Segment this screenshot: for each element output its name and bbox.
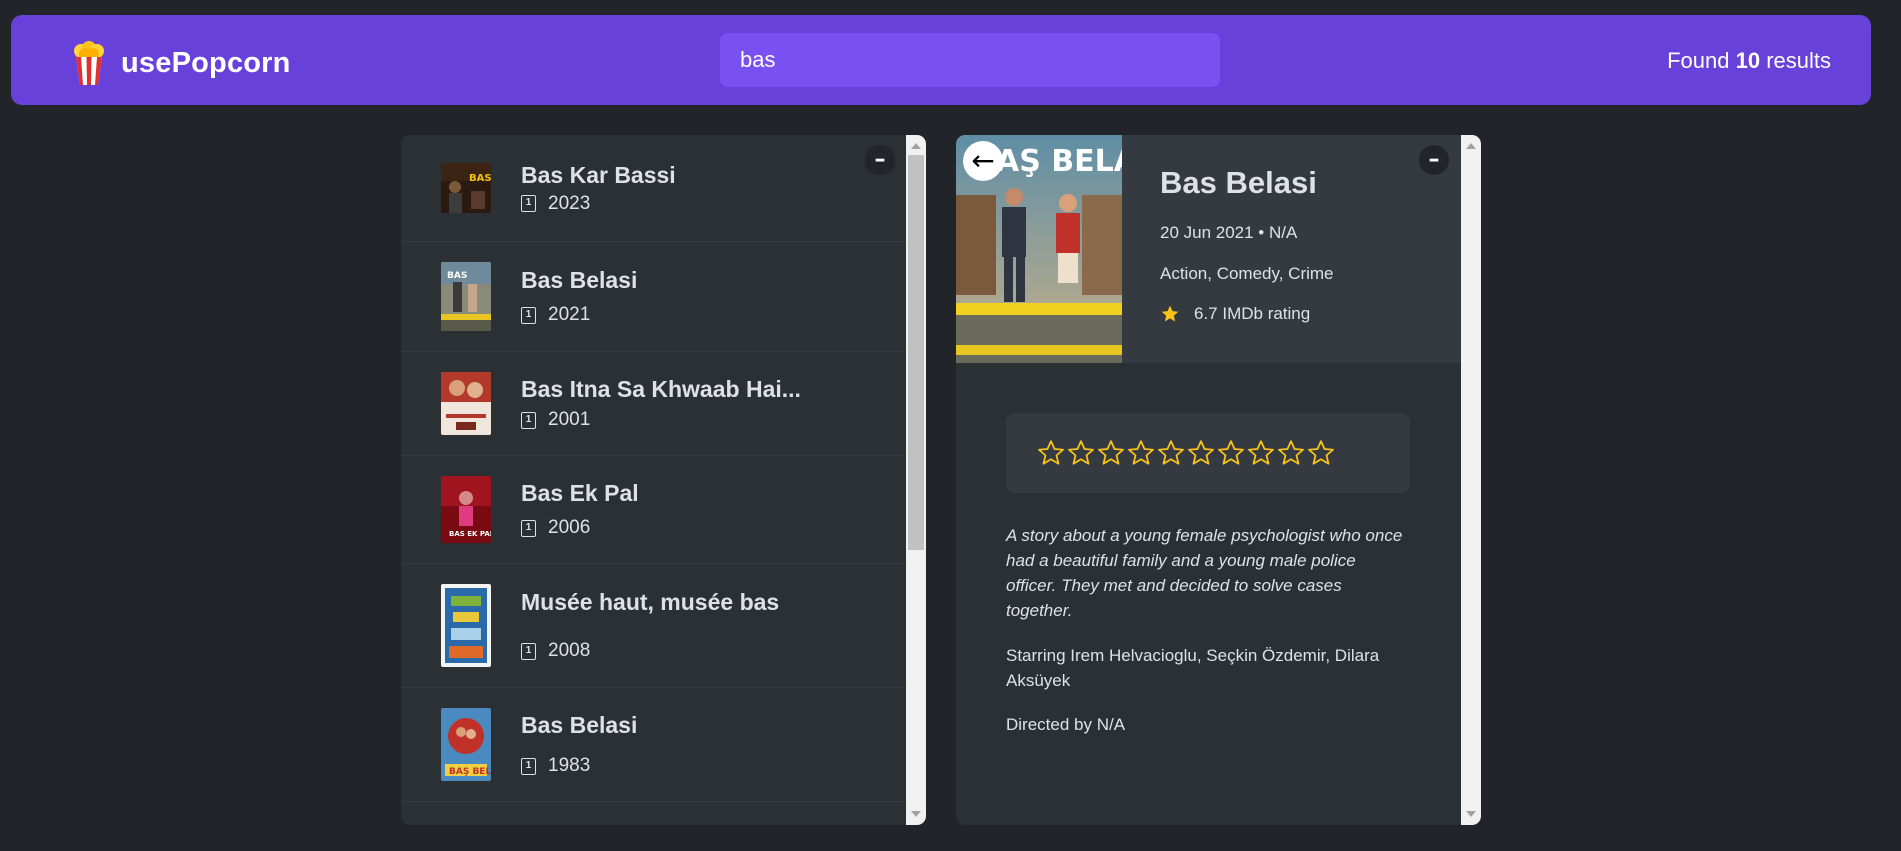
release-runtime: 20 Jun 2021 • N/A: [1160, 223, 1298, 242]
movie-year: 1 2021: [521, 304, 637, 326]
scroll-down-arrow-icon[interactable]: [1466, 811, 1476, 817]
movie-title: Bas Belasi: [1160, 165, 1317, 200]
movie-list-item[interactable]: BAŞ BELASI Bas Belasi 1 1983: [401, 688, 906, 802]
navbar: usePopcorn Found 10 results: [11, 15, 1871, 105]
movie-genre: Action, Comedy, Crime: [1160, 264, 1334, 283]
movie-actors: Starring Irem Helvacioglu, Seçkin Özdemi…: [1006, 646, 1380, 690]
scroll-up-arrow-icon[interactable]: [1466, 143, 1476, 149]
movie-title: Bas Belasi: [521, 267, 638, 293]
movie-info: Musée haut, musée bas 1 2008: [521, 589, 779, 662]
list-scrollbar[interactable]: [906, 135, 926, 825]
rating-star-icon[interactable]: [1246, 438, 1276, 468]
movie-plot: A story about a young female psychologis…: [1006, 526, 1403, 620]
movie-info: Bas Kar Bassi 1 2023: [521, 162, 676, 215]
movie-info: Bas Ek Pal 1 2006: [521, 480, 639, 539]
movie-list-box: – BASSI Bas Kar Bassi 1 2023: [401, 135, 926, 825]
app-title: usePopcorn: [121, 46, 291, 79]
movie-info: Bas Belasi 1 1983: [521, 712, 637, 777]
movie-poster-thumbnail: [441, 584, 491, 667]
popcorn-icon: [74, 41, 104, 85]
search-input[interactable]: [720, 33, 1220, 87]
movie-year: 1 2006: [521, 517, 639, 539]
rating-star-icon[interactable]: [1036, 438, 1066, 468]
movie-title: Bas Kar Bassi: [521, 161, 676, 188]
movie-list-item[interactable]: BAS Bas Belasi 1 2021: [401, 242, 906, 352]
scroll-up-arrow-icon[interactable]: [911, 143, 921, 149]
movie-details-box: – ← AŞ BELASI Bas Bel: [956, 135, 1481, 825]
rating-star-icon[interactable]: [1126, 438, 1156, 468]
movie-year: 1 1983: [521, 755, 637, 777]
movie-info: Bas Belasi 1 2021: [521, 267, 637, 326]
rating-star-icon[interactable]: [1096, 438, 1126, 468]
movie-list-item[interactable]: BAS EK PAL Bas Ek Pal 1 2006: [401, 456, 906, 564]
star-rating: [1006, 413, 1410, 493]
movie-poster-thumbnail: BAŞ BELASI: [441, 708, 491, 781]
scroll-down-arrow-icon[interactable]: [911, 811, 921, 817]
logo: usePopcorn: [62, 41, 291, 85]
results-count: Found 10 results: [1667, 48, 1831, 73]
rating-star-icon[interactable]: [1276, 438, 1306, 468]
movie-poster-thumbnail: BAS: [441, 262, 491, 331]
star-icon: [1161, 305, 1179, 322]
movie-list-item[interactable]: Musée haut, musée bas 1 2008: [401, 564, 906, 688]
movie-poster-thumbnail: BASSI: [441, 163, 491, 213]
svg-text:AŞ BELASI: AŞ BELASI: [996, 144, 1122, 179]
rating-star-icon[interactable]: [1156, 438, 1186, 468]
collapse-details-button[interactable]: –: [1419, 145, 1449, 175]
movie-list-item[interactable]: BASSI Bas Kar Bassi 1 2023: [401, 135, 906, 242]
svg-text:BAS: BAS: [447, 271, 467, 281]
movie-director: Directed by N/A: [1006, 715, 1126, 734]
movie-list-item[interactable]: Bas Itna Sa Khwaab Hai... 1 2001: [401, 352, 906, 456]
movie-year: 1 2023: [521, 193, 676, 215]
back-button[interactable]: ←: [963, 141, 1003, 181]
movie-poster-thumbnail: BAS EK PAL: [441, 476, 491, 543]
movie-list: BASSI Bas Kar Bassi 1 2023 BAS: [401, 135, 906, 802]
calendar-icon: 1: [521, 757, 536, 775]
rating-star-icon[interactable]: [1186, 438, 1216, 468]
calendar-icon: 1: [521, 411, 536, 429]
rating-star-icon[interactable]: [1306, 438, 1336, 468]
calendar-icon: 1: [521, 306, 536, 324]
calendar-icon: 1: [521, 519, 536, 537]
movie-year: 1 2008: [521, 640, 779, 662]
movie-title: Bas Belasi: [521, 712, 638, 738]
imdb-rating: 6.7 IMDb rating: [1160, 304, 1334, 324]
details-scrollbar[interactable]: [1461, 135, 1481, 825]
movie-poster-thumbnail: [441, 372, 491, 435]
movie-info: Bas Itna Sa Khwaab Hai... 1 2001: [521, 376, 801, 431]
movie-title: Bas Itna Sa Khwaab Hai...: [521, 376, 801, 402]
details-body: A story about a young female psychologis…: [1006, 523, 1410, 737]
rating-star-icon[interactable]: [1066, 438, 1096, 468]
movie-title: Bas Ek Pal: [521, 480, 639, 506]
details-header: ← AŞ BELASI Bas Belasi: [956, 135, 1461, 363]
rating-star-icon[interactable]: [1216, 438, 1246, 468]
svg-text:BAŞ BELASI: BAŞ BELASI: [449, 767, 491, 777]
svg-text:BAS EK PAL: BAS EK PAL: [449, 530, 491, 538]
svg-text:BASSI: BASSI: [469, 173, 491, 184]
calendar-icon: 1: [521, 195, 536, 212]
scrollbar-thumb[interactable]: [908, 155, 924, 550]
calendar-icon: 1: [521, 642, 536, 660]
movie-title: Musée haut, musée bas: [521, 589, 780, 615]
movie-year: 1 2001: [521, 409, 801, 431]
collapse-list-button[interactable]: –: [865, 145, 895, 175]
details-overview: Bas Belasi 20 Jun 2021 • N/A Action, Com…: [1160, 165, 1334, 324]
